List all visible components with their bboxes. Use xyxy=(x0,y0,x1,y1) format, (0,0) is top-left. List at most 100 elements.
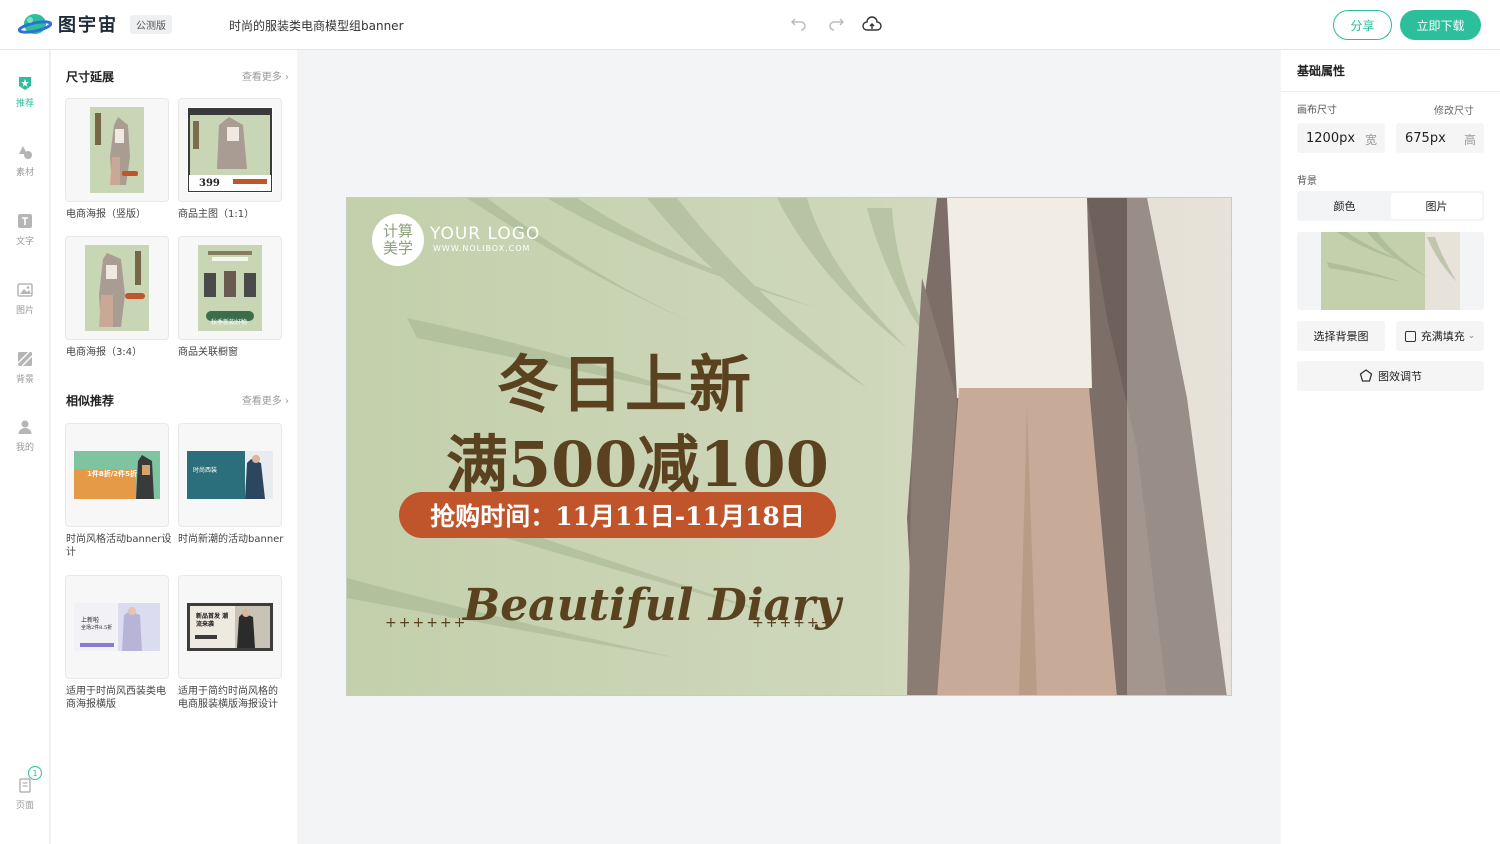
background-icon xyxy=(16,350,34,368)
nav-label: 我的 xyxy=(15,443,34,453)
banner-logo-circle[interactable]: 计算 美学 xyxy=(372,214,424,266)
nav-item-recommend[interactable]: 推荐 xyxy=(0,74,50,124)
template-thumb[interactable]: 新品首发 潮流来袭 xyxy=(178,575,282,679)
app-logo[interactable]: 图宇宙 公测版 xyxy=(17,11,172,37)
thumb-promo: 1件8折/2件5折 xyxy=(87,470,138,478)
chevron-down-icon: ⌄ xyxy=(1467,331,1476,341)
nav-item-pages[interactable]: 页面 xyxy=(0,776,50,826)
see-more-label: 查看更多 xyxy=(241,396,282,407)
undo-icon[interactable] xyxy=(788,14,810,36)
template-thumb[interactable] xyxy=(65,236,169,340)
left-nav: 推荐 素材 文字 图片 背景 我的 页面 1 xyxy=(0,50,50,844)
template-caption: 时尚新潮的活动banner xyxy=(178,534,284,545)
width-value: 1200px xyxy=(1306,131,1356,146)
page-count-badge: 1 xyxy=(28,766,42,780)
banner-time-pill[interactable]: 抢购时间：11月11日-11月18日 xyxy=(399,492,836,538)
nav-item-mine[interactable]: 我的 xyxy=(0,418,50,468)
height-value: 675px xyxy=(1405,131,1446,146)
design-canvas[interactable]: 计算 美学 YOUR LOGO WWW.NOLIBOX.COM 冬日上新 满50… xyxy=(346,197,1232,696)
divider xyxy=(1281,91,1500,92)
banner-crosses-left[interactable]: ++++++ xyxy=(385,615,467,631)
top-bar: 图宇宙 公测版 时尚的服装类电商模型组banner 分享 立即下载 xyxy=(0,0,1500,50)
height-input[interactable]: 675px 高 xyxy=(1396,123,1484,153)
nav-item-background[interactable]: 背景 xyxy=(0,350,50,400)
properties-title: 基础属性 xyxy=(1297,64,1346,78)
template-caption: 时尚风格活动banner设计 xyxy=(66,534,172,558)
chevron-right-icon: › xyxy=(285,72,289,83)
template-thumb[interactable]: 399 xyxy=(178,98,282,202)
canvas-size-label: 画布尺寸 xyxy=(1297,105,1337,116)
fill-mode-label: 充满填充 xyxy=(1420,330,1465,343)
nav-item-images[interactable]: 图片 xyxy=(0,281,50,331)
properties-panel: 基础属性 画布尺寸 修改尺寸 1200px 宽 675px 高 背景 颜色 图片… xyxy=(1281,50,1500,844)
nav-label: 图片 xyxy=(15,306,34,316)
chevron-right-icon: › xyxy=(285,396,289,407)
poster-vertical-preview-icon xyxy=(90,107,144,193)
template-caption: 电商海报（竖版） xyxy=(66,209,146,220)
fill-mode-icon xyxy=(1404,330,1416,342)
thumb-promo: 时尚西装 xyxy=(193,467,218,474)
poster-3x4-preview-icon xyxy=(85,245,149,331)
width-input[interactable]: 1200px 宽 xyxy=(1297,123,1385,153)
fill-mode-select[interactable]: 充满填充 ⌄ xyxy=(1396,321,1484,351)
see-more-link[interactable]: 查看更多 › xyxy=(242,68,289,83)
image-icon xyxy=(16,281,34,299)
document-title[interactable]: 时尚的服装类电商模型组banner xyxy=(229,17,404,34)
effects-label: 图效调节 xyxy=(1378,370,1422,383)
banner-headline-1[interactable]: 冬日上新 xyxy=(497,334,753,424)
nav-label: 文字 xyxy=(15,237,34,247)
logo-text: 图宇宙 xyxy=(58,15,118,36)
redo-icon[interactable] xyxy=(825,14,847,36)
cloud-save-icon[interactable] xyxy=(861,14,883,36)
nav-label: 页面 xyxy=(15,801,34,811)
width-unit: 宽 xyxy=(1364,133,1377,147)
beta-badge: 公测版 xyxy=(130,14,172,34)
nav-item-materials[interactable]: 素材 xyxy=(0,143,50,193)
banner-logo-url[interactable]: WWW.NOLIBOX.COM xyxy=(433,244,530,253)
template-caption: 适用于简约时尚风格的电商服装横版海报设计 xyxy=(178,686,278,710)
banner-headline-2[interactable]: 满500减100 xyxy=(446,414,829,504)
planet-logo-icon xyxy=(17,11,53,37)
banner-logo-text[interactable]: YOUR LOGO xyxy=(430,224,540,244)
logo-circle-line: 美学 xyxy=(382,239,413,257)
choose-background-button[interactable]: 选择背景图 xyxy=(1297,321,1385,351)
section-title-size-extend: 尺寸延展 xyxy=(66,70,115,84)
shapes-icon xyxy=(16,143,34,161)
image-effects-button[interactable]: 图效调节 xyxy=(1297,361,1484,391)
see-more-label: 查看更多 xyxy=(241,72,282,83)
download-button[interactable]: 立即下载 xyxy=(1400,10,1481,40)
thumb-window-tag: 秋季新款好物 xyxy=(211,319,248,326)
effects-icon xyxy=(1359,369,1373,383)
template-thumb[interactable]: 1件8折/2件5折 xyxy=(65,423,169,527)
banner-teal-suit-preview-icon xyxy=(187,451,273,499)
banner-crosses-right[interactable]: ++++++ xyxy=(752,615,834,631)
user-icon xyxy=(16,418,34,436)
nav-item-text[interactable]: 文字 xyxy=(0,212,50,262)
badge-icon xyxy=(16,74,34,92)
template-caption: 电商海报（3:4） xyxy=(66,347,143,358)
template-thumb[interactable]: 时尚西装 xyxy=(178,423,282,527)
text-icon xyxy=(16,212,34,230)
nav-label: 素材 xyxy=(15,168,34,178)
background-thumbnail-icon xyxy=(1297,232,1484,310)
share-button[interactable]: 分享 xyxy=(1333,10,1392,40)
template-thumb[interactable] xyxy=(65,98,169,202)
template-caption: 商品主图（1:1） xyxy=(178,209,255,220)
background-preview[interactable] xyxy=(1297,232,1484,310)
height-unit: 高 xyxy=(1463,133,1476,147)
thumb-promo: 新品首发 潮流来袭 xyxy=(196,613,229,628)
template-panel: 尺寸延展 查看更多 › 电商海报（竖版） 399 商品主图（1:1） 电商海报（… xyxy=(51,50,297,844)
tab-color[interactable]: 颜色 xyxy=(1299,193,1390,219)
tab-image[interactable]: 图片 xyxy=(1391,193,1482,219)
logo-circle-line: 计算 xyxy=(382,222,413,240)
edit-size-link[interactable]: 修改尺寸 xyxy=(1434,102,1474,117)
background-label: 背景 xyxy=(1297,176,1317,187)
template-thumb[interactable]: 上新啦 全场2件8.5折 xyxy=(65,575,169,679)
see-more-link[interactable]: 查看更多 › xyxy=(242,392,289,407)
template-caption: 商品关联橱窗 xyxy=(178,347,238,358)
nav-label: 推荐 xyxy=(15,99,34,109)
thumb-price: 399 xyxy=(199,178,220,189)
template-thumb[interactable]: 秋季新款好物 xyxy=(178,236,282,340)
banner-time-text: 抢购时间：11月11日-11月18日 xyxy=(430,502,805,531)
section-title-similar: 相似推荐 xyxy=(66,394,115,408)
